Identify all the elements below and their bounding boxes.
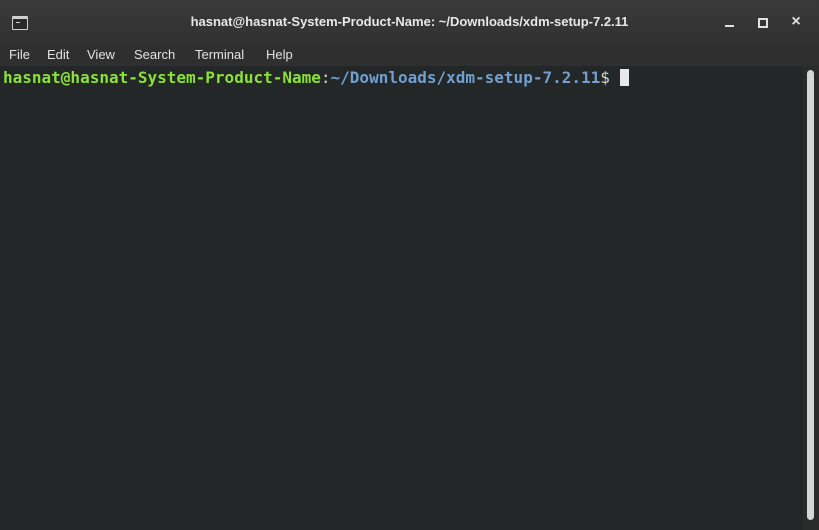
text-cursor [619,69,629,86]
terminal-window: hasnat@hasnat-System-Product-Name: ~/Dow… [0,0,819,530]
title-bar[interactable]: hasnat@hasnat-System-Product-Name: ~/Dow… [0,0,819,45]
prompt-path: ~/Downloads/xdm-setup-7.2.11 [330,68,601,87]
prompt-user-host: hasnat@hasnat-System-Product-Name [3,68,321,87]
prompt-separator: : [320,68,331,87]
menu-edit[interactable]: Edit [47,47,69,62]
menu-file[interactable]: File [9,47,30,62]
menu-bar: File Edit View Search Terminal Help [0,44,819,66]
shell-prompt: hasnat@hasnat-System-Product-Name:~/Down… [3,68,629,87]
close-icon[interactable]: × [788,14,804,30]
menu-search[interactable]: Search [134,47,175,62]
terminal-output[interactable]: hasnat@hasnat-System-Product-Name:~/Down… [0,66,803,530]
menu-help[interactable]: Help [266,47,293,62]
vertical-scrollbar[interactable] [803,66,819,530]
scrollbar-thumb[interactable] [807,70,814,520]
menu-view[interactable]: View [87,47,115,62]
prompt-symbol: $ [600,68,620,87]
minimize-icon[interactable] [722,14,738,30]
window-title: hasnat@hasnat-System-Product-Name: ~/Dow… [190,14,629,29]
maximize-icon[interactable] [755,14,771,30]
menu-terminal[interactable]: Terminal [195,47,244,62]
